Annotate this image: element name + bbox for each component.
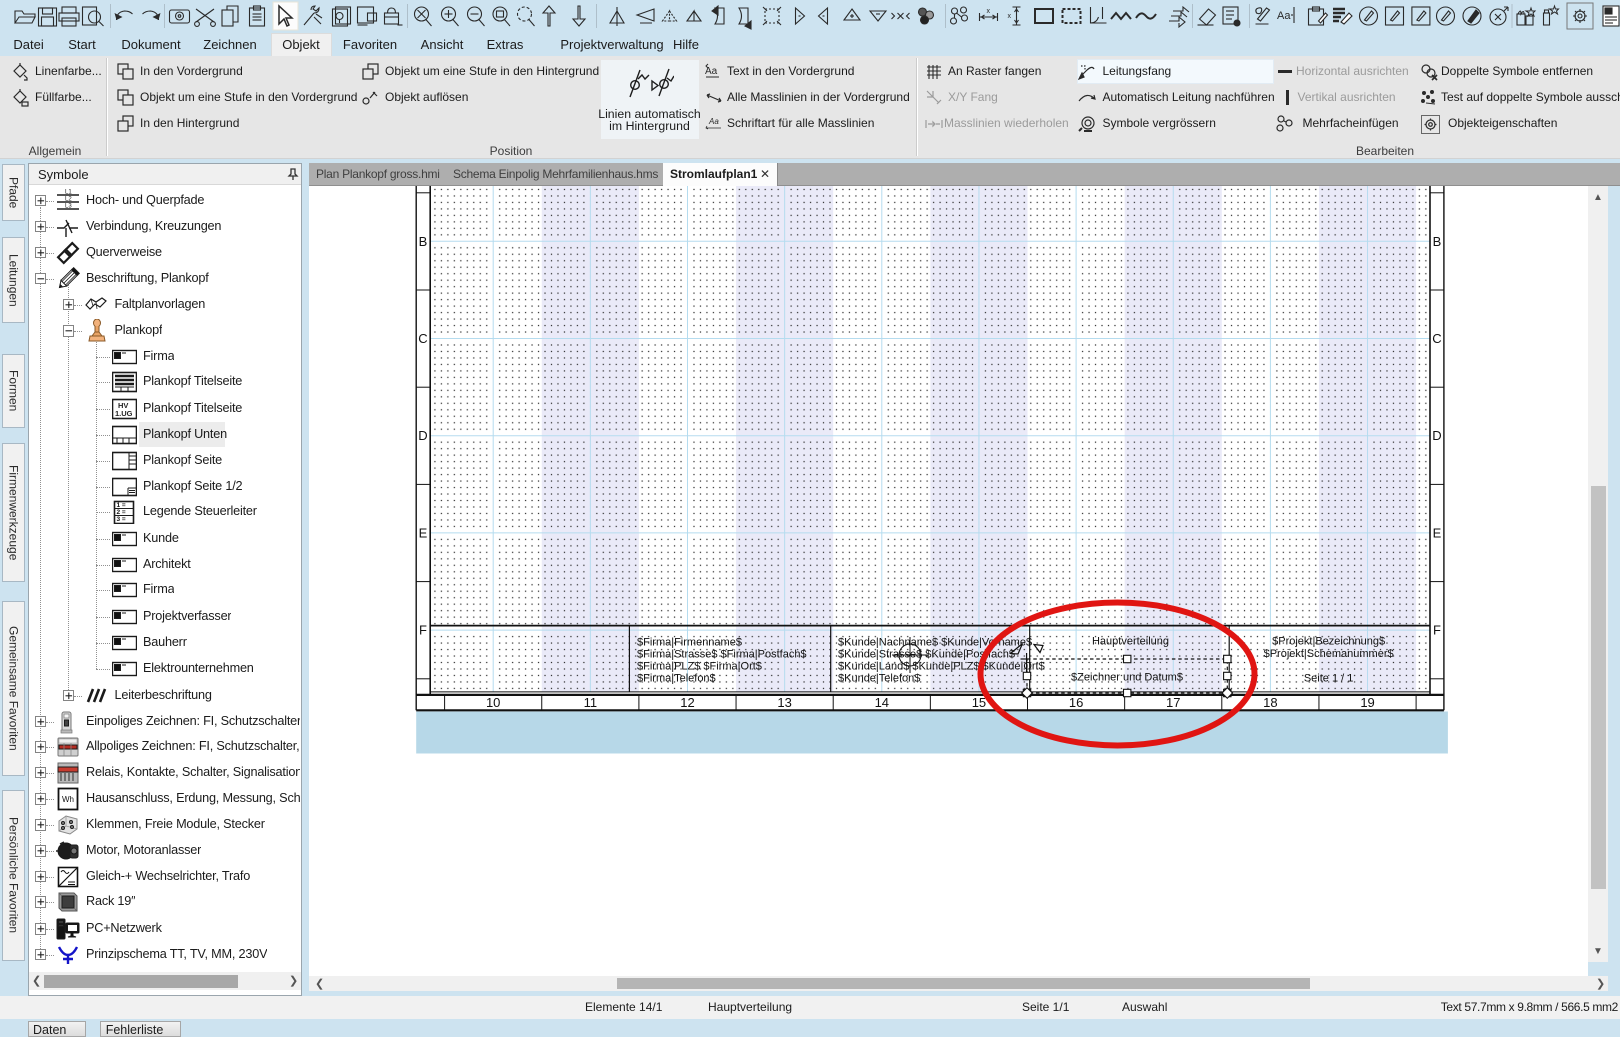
svg-text:10: 10 xyxy=(486,695,500,710)
svg-text:C: C xyxy=(418,331,427,346)
svg-text:C: C xyxy=(1432,331,1441,346)
svg-text:16: 16 xyxy=(1069,695,1083,710)
svg-text:18: 18 xyxy=(1263,695,1277,710)
svg-text:B: B xyxy=(419,234,428,249)
svg-text:15: 15 xyxy=(972,695,986,710)
svg-text:E: E xyxy=(1433,525,1442,540)
svg-text:x: x xyxy=(987,8,991,15)
svg-text:11: 11 xyxy=(584,695,598,710)
svg-text:3 =: 3 = xyxy=(116,516,125,523)
svg-text:Aa: Aa xyxy=(708,117,719,126)
svg-text:Seite 1 / 1: Seite 1 / 1 xyxy=(1304,673,1354,685)
svg-text:E: E xyxy=(419,525,428,540)
svg-text:$Projekt|Schemanummer$: $Projekt|Schemanummer$ xyxy=(1264,648,1394,660)
svg-text:$Kunde|Telefon$: $Kunde|Telefon$ xyxy=(838,673,920,685)
svg-text:$Zeichner und Datum$: $Zeichner und Datum$ xyxy=(1071,672,1183,684)
svg-text:$Firma|PLZ$ $Firma|Ort$: $Firma|PLZ$ $Firma|Ort$ xyxy=(637,661,762,673)
svg-text:17: 17 xyxy=(1166,695,1180,710)
svg-text:19: 19 xyxy=(1360,695,1374,710)
svg-text:2 =: 2 = xyxy=(116,509,125,516)
svg-text:$Firma|Strasse$ $Firma|Postfac: $Firma|Strasse$ $Firma|Postfach$ xyxy=(637,649,807,661)
svg-text:$Projekt|Bezeichnung$: $Projekt|Bezeichnung$ xyxy=(1272,636,1385,648)
svg-text:$Firma|Firmenname$: $Firma|Firmenname$ xyxy=(637,637,742,649)
svg-text:Aa: Aa xyxy=(1277,10,1291,22)
svg-text:F: F xyxy=(419,623,427,638)
svg-text:12: 12 xyxy=(680,695,694,710)
svg-text:13: 13 xyxy=(777,695,791,710)
svg-text:Hauptverteilung: Hauptverteilung xyxy=(1092,636,1169,648)
svg-text:D: D xyxy=(418,428,427,443)
svg-text:L2: L2 xyxy=(65,196,72,202)
svg-text:D: D xyxy=(1432,428,1441,443)
svg-text:x: x xyxy=(1008,13,1012,20)
svg-text:L1: L1 xyxy=(65,189,72,195)
svg-text:Aa: Aa xyxy=(705,66,718,77)
svg-text:L3: L3 xyxy=(65,203,72,209)
svg-text:1 =: 1 = xyxy=(116,502,125,509)
svg-text:14: 14 xyxy=(875,695,889,710)
svg-text:$Kunde|Land$ $Kunde|PLZ$ $Kund: $Kunde|Land$ $Kunde|PLZ$ $Kunde|Ort$ xyxy=(838,661,1045,673)
svg-text:B: B xyxy=(1433,234,1442,249)
svg-text:1.UG: 1.UG xyxy=(115,409,133,418)
svg-text:F: F xyxy=(1433,623,1441,638)
svg-text:Wh: Wh xyxy=(62,795,74,804)
svg-text:$Firma|Telefon$: $Firma|Telefon$ xyxy=(637,673,716,685)
